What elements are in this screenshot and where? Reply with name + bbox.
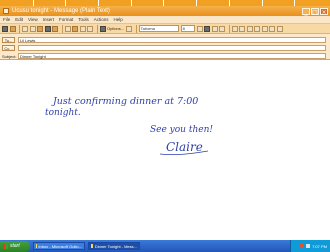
flag-icon[interactable] [72,25,78,32]
to-button[interactable]: To... [2,37,15,43]
system-tray: 7:07 PM [290,240,330,252]
menu-format[interactable]: Format [59,17,73,22]
start-button[interactable]: start [0,240,30,252]
subject-label: Subject: [2,53,17,59]
toolbar: Options... Tahoma 8 [0,23,330,34]
align-right-icon[interactable] [246,25,253,32]
underline-icon[interactable] [219,25,226,32]
menu-actions[interactable]: Actions [94,17,109,22]
send-icon[interactable] [2,25,8,32]
toolbar-divider [96,24,98,33]
check-names-icon[interactable] [64,25,71,32]
to-field[interactable]: Lil Lewis [18,37,326,43]
signature-text: Claire [166,140,203,154]
handwriting-line-3: See you then! [150,125,213,135]
message-body[interactable]: Just confirming dinner at 7:00 tonight. … [0,60,330,240]
toolbar-divider [228,24,230,33]
taskbar-item-label: Inbox - Microsoft Outlo... [38,243,82,249]
cc-row: Cc... [0,44,330,52]
increase-indent-icon[interactable] [276,25,283,32]
options-icon[interactable] [99,25,106,32]
subject-row: Subject: Dinner Tonight [0,52,330,60]
cc-field[interactable] [18,45,326,51]
mail-icon [3,8,9,14]
bullets-icon[interactable] [254,25,261,32]
help-icon[interactable] [126,25,133,32]
toolbar-divider [61,24,63,33]
address-book-icon[interactable] [52,25,58,32]
mail-icon [91,244,93,248]
menu-insert[interactable]: Insert [43,17,54,22]
bold-icon[interactable] [204,25,211,32]
handwriting-canvas: Just confirming dinner at 7:00 tonight. … [45,96,213,156]
window-controls: _ □ × [302,7,328,16]
close-button[interactable]: × [320,7,328,16]
cut-icon[interactable] [22,25,28,32]
window-title: Ucusu tonight - Message (Plain Text) [12,8,110,14]
options-button[interactable]: Options... [107,26,124,31]
taskbar-item-label: Dinner Tonight - Mess... [94,243,137,249]
toolbar-divider [19,24,20,33]
subject-field[interactable]: Dinner Tonight [18,53,326,59]
menu-edit[interactable]: Edit [15,17,23,22]
handwriting-line-1: Just confirming dinner at 7:00 [51,96,198,107]
menu-file[interactable]: File [3,17,10,22]
numbering-icon[interactable] [261,25,268,32]
taskbar-item-inbox[interactable]: Inbox - Microsoft Outlo... [33,242,85,250]
menu-view[interactable]: View [28,17,38,22]
menu-tools[interactable]: Tools [78,17,89,22]
windows-logo-icon [3,243,8,249]
save-icon[interactable] [9,25,16,32]
copy-icon[interactable] [29,25,36,32]
menu-help[interactable]: Help [114,17,123,22]
taskbar-item-message[interactable]: Dinner Tonight - Mess... [88,242,140,250]
clock: 7:07 PM [312,243,327,249]
start-label: start [10,243,20,249]
window-titlebar[interactable]: Ucusu tonight - Message (Plain Text) _ □… [0,6,330,16]
decrease-indent-icon[interactable] [269,25,276,32]
ink-group: Just confirming dinner at 7:00 tonight. … [45,96,213,154]
font-color-icon[interactable] [196,25,203,32]
minimize-button[interactable]: _ [302,7,310,16]
handwriting-line-2: tonight. [45,108,81,118]
taskbar: start Inbox - Microsoft Outlo... Dinner … [0,240,330,252]
menu-bar: File Edit View Insert Format Tools Actio… [0,16,330,23]
toolbar-divider [135,24,137,33]
alert-icon[interactable] [300,244,305,248]
low-importance-icon[interactable] [87,25,93,32]
italic-icon[interactable] [211,25,218,32]
paste-icon[interactable] [37,25,43,32]
align-left-icon[interactable] [231,25,238,32]
font-name-select[interactable]: Tahoma [138,25,179,32]
network-icon[interactable] [306,244,311,248]
font-size-select[interactable]: 8 [180,25,195,32]
maximize-button[interactable]: □ [311,7,319,16]
cc-button[interactable]: Cc... [2,45,15,51]
importance-icon[interactable] [79,25,86,32]
message-header: To... Lil Lewis Cc... Subject: Dinner To… [0,34,330,60]
attach-icon[interactable] [44,25,51,32]
align-center-icon[interactable] [239,25,246,32]
to-row: To... Lil Lewis [0,36,330,44]
